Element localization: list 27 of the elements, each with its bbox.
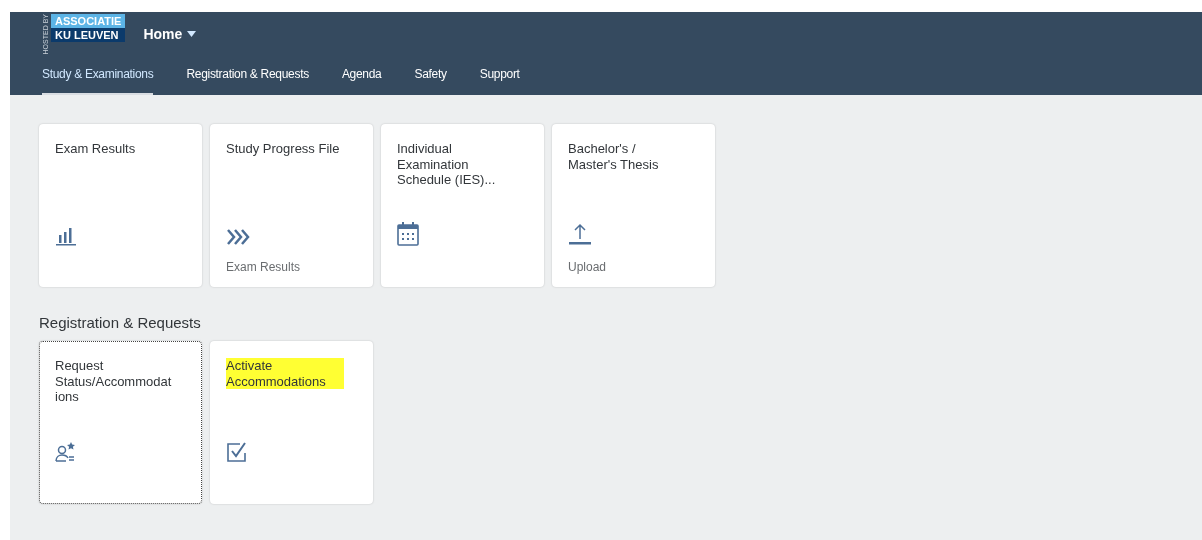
app-tile[interactable]: Bachelor's / Master's Thesis Upload	[552, 124, 715, 287]
caret-icon	[187, 31, 197, 38]
calendar-icon	[397, 222, 419, 246]
tile-subtitle: Exam Results	[226, 260, 301, 274]
chevrons-icon	[226, 228, 252, 246]
app-tile[interactable]: Study Progress File Exam Results	[210, 124, 373, 287]
nav-tab[interactable]: Support	[479, 55, 520, 95]
nav-tab[interactable]: Safety	[414, 55, 447, 95]
app-tile[interactable]: Request Status/Accommodat ions	[39, 341, 202, 504]
tile-subtitle: Upload	[568, 260, 607, 274]
app-tile[interactable]: Individual Examination Schedule (IES)...	[381, 124, 544, 287]
tile-title: Request Status/Accommodat ions	[55, 358, 173, 405]
tile-title: Exam Results	[55, 141, 136, 157]
tile-title: Activate Accommodations	[226, 358, 344, 390]
checkbox-check-icon	[226, 441, 248, 463]
nav-tab[interactable]: Agenda	[341, 55, 382, 95]
group-title: Registration & Requests	[39, 314, 202, 331]
app-tile[interactable]: Activate Accommodations	[210, 341, 373, 504]
home-menu-button[interactable]: Home	[143, 26, 197, 43]
tile-title: Individual Examination Schedule (IES)...	[397, 141, 497, 188]
person-star-icon	[55, 441, 77, 463]
app-tile[interactable]: Exam Results	[39, 124, 202, 287]
tile-title: Bachelor's / Master's Thesis	[568, 141, 660, 173]
upload-icon	[568, 222, 592, 246]
bar-chart-icon	[55, 226, 77, 246]
nav-tab[interactable]: Registration & Requests	[186, 55, 309, 95]
tile-title: Study Progress File	[226, 141, 340, 157]
